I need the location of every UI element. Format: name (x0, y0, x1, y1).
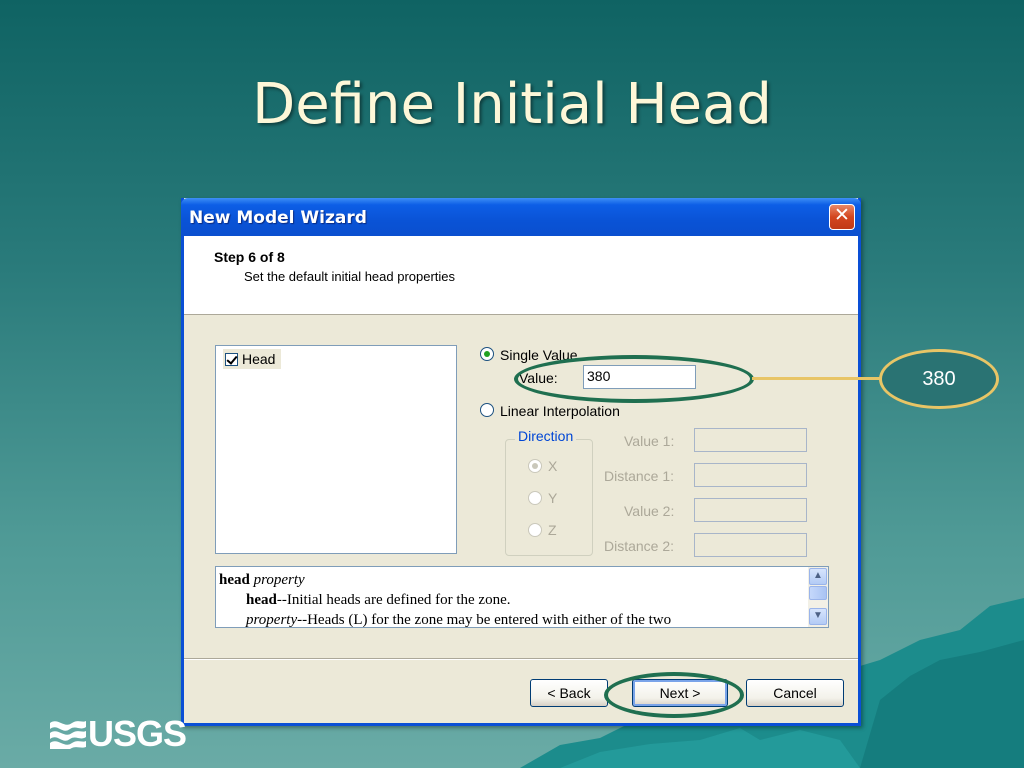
usgs-wordmark: USGS (88, 713, 187, 754)
chevron-down-icon: ▼ (813, 610, 823, 621)
property-list[interactable]: Head (215, 345, 457, 554)
cancel-button[interactable]: Cancel (746, 679, 844, 707)
help-line-3: property--Heads (L) for the zone may be … (246, 612, 672, 628)
help-term-head-desc: --Initial heads are defined for the zone… (276, 592, 511, 608)
usgs-logo: USGS (50, 713, 187, 755)
help-line-1: head property (219, 572, 305, 589)
close-icon: ✕ (834, 205, 850, 226)
dialog-title: New Model Wizard (189, 208, 367, 228)
help-keyword: head (219, 572, 250, 588)
linear-interpolation-label: Linear Interpolation (500, 403, 620, 419)
single-value-radio[interactable] (480, 347, 494, 361)
callout-connector (752, 377, 882, 380)
help-line-2: head--Initial heads are defined for the … (246, 592, 510, 609)
value-highlight-ellipse (514, 355, 754, 403)
direction-x-label: X (548, 458, 558, 474)
next-highlight-ellipse (604, 672, 744, 718)
chevron-up-icon: ▲ (813, 570, 823, 581)
distance1-input[interactable] (694, 463, 807, 487)
direction-y-label: Y (548, 490, 558, 506)
direction-y-radio[interactable] (528, 491, 542, 505)
new-model-wizard-dialog: New Model Wizard ✕ Step 6 of 8 Set the d… (181, 198, 861, 726)
button-divider (184, 658, 858, 660)
scroll-up-button[interactable]: ▲ (809, 568, 827, 585)
value1-label: Value 1: (624, 433, 675, 449)
help-scrollbar[interactable]: ▲ ▼ (808, 567, 828, 627)
close-button[interactable]: ✕ (829, 204, 855, 230)
distance2-input[interactable] (694, 533, 807, 557)
list-item-head[interactable]: Head (223, 349, 282, 369)
help-keyword-arg: property (253, 572, 305, 588)
wizard-header: Step 6 of 8 Set the default initial head… (184, 236, 858, 315)
direction-x-radio[interactable] (528, 459, 542, 473)
direction-z-label: Z (548, 522, 557, 538)
distance1-label: Distance 1: (604, 468, 675, 484)
step-description: Set the default initial head properties (244, 269, 456, 284)
direction-z-radio[interactable] (528, 523, 542, 537)
distance2-label: Distance 2: (604, 538, 675, 554)
direction-legend: Direction (515, 428, 577, 444)
scroll-thumb[interactable] (809, 586, 827, 600)
help-term-property-desc: --Heads (L) for the zone may be entered … (297, 612, 672, 628)
value2-input[interactable] (694, 498, 807, 522)
value1-input[interactable] (694, 428, 807, 452)
slide-title: Define Initial Head (252, 72, 772, 137)
head-checkbox[interactable] (225, 352, 238, 366)
value2-label: Value 2: (624, 503, 675, 519)
value-callout: 380 (879, 349, 999, 409)
linear-interpolation-radio[interactable] (480, 403, 494, 417)
help-text-box[interactable]: head property head--Initial heads are de… (215, 566, 829, 628)
usgs-wave-icon (50, 721, 86, 749)
help-term-property: property (246, 612, 298, 628)
title-bar[interactable]: New Model Wizard ✕ (181, 198, 861, 236)
step-indicator: Step 6 of 8 (214, 249, 285, 265)
scroll-down-button[interactable]: ▼ (809, 608, 827, 625)
help-term-head: head (246, 592, 277, 608)
back-button[interactable]: < Back (530, 679, 608, 707)
list-item-label: Head (242, 351, 276, 367)
